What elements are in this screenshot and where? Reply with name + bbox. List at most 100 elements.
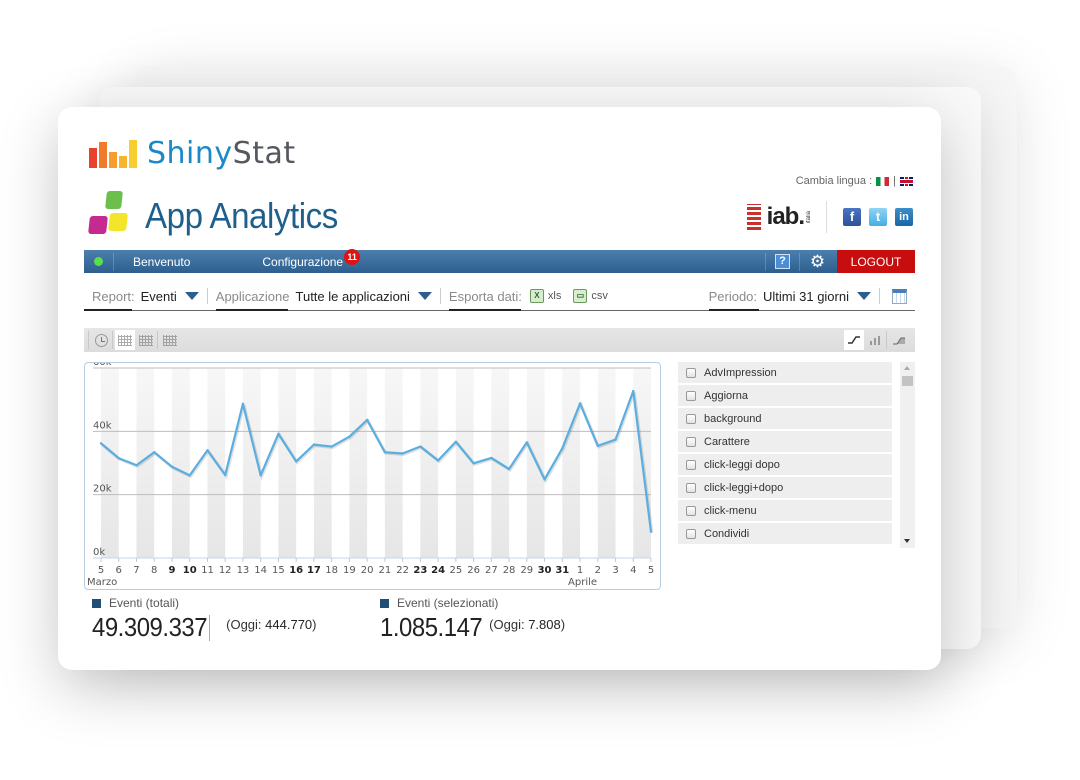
export-csv-link[interactable]: csv [591,290,608,302]
today-value: 444.770 [265,617,313,632]
event-checkbox[interactable] [686,367,696,378]
facebook-icon[interactable]: f [843,208,861,226]
chevron-down-icon[interactable] [417,292,432,300]
iab-subtext: italia [806,210,812,224]
event-label: click-leggi+dopo [704,481,784,494]
event-checkbox[interactable] [686,482,696,493]
x-tick-label: 5 [98,565,104,576]
excel-file-icon[interactable]: X [529,289,544,303]
data-point [241,402,245,405]
daily-view-button[interactable] [115,330,135,350]
events-line-chart: 0k20k40k60k56789101112131415161718192021… [84,362,661,590]
application-select[interactable]: Applicazione Tutte le applicazioni [215,282,432,311]
scroll-up-arrow-icon[interactable] [904,366,910,370]
event-checkbox[interactable] [686,459,696,470]
x-tick-label: 19 [343,565,356,576]
logo-bar [109,152,117,168]
x-tick-label: 8 [151,565,157,576]
italian-flag-icon[interactable] [876,176,890,186]
event-list-item[interactable]: Condividi [678,523,892,544]
chart-column-band [384,368,403,558]
data-point [294,460,298,463]
month-label: Aprile [568,577,597,588]
event-list-item[interactable]: click-menu [678,500,892,521]
event-label: background [704,412,762,425]
chart-column-band [313,368,332,558]
iab-text: iab. [766,203,805,230]
help-button[interactable]: ? [775,254,790,269]
data-point [507,467,511,471]
data-point [649,530,653,533]
report-select[interactable]: Report: Eventi [84,282,199,311]
stat-total-events: Eventi (totali) 49.309.337 (Oggi: 444.77… [84,596,317,642]
x-tick-label: 26 [467,565,480,576]
event-list-scrollbar[interactable] [900,362,915,548]
period-value: Ultimi 31 giorni [763,288,849,304]
x-tick-label: 3 [612,565,618,576]
chevron-down-icon[interactable] [857,292,871,300]
stat-total-today: (Oggi: 444.770) [226,617,316,632]
calendar-week-grid-icon [139,334,153,346]
x-tick-label: 10 [183,565,197,576]
stat-selected-value: 1.085.147 [380,612,483,642]
bar-chart-button[interactable] [865,330,885,350]
calendar-icon[interactable] [892,288,907,304]
line-chart-button[interactable] [844,330,864,350]
csv-file-icon[interactable]: ▭ [573,289,588,303]
data-point [117,457,120,460]
shinystat-bars-icon [89,140,139,168]
nav-configuration[interactable]: Configurazione 11 [262,248,361,269]
logout-button[interactable]: LOGOUT [837,250,915,273]
x-tick-label: 16 [289,565,303,576]
linkedin-icon[interactable]: in [895,208,913,226]
scroll-down-arrow-icon[interactable] [904,539,910,543]
settings-gear-icon[interactable]: ⚙ [809,253,826,270]
filter-bar: Report: Eventi Applicazione Tutte le app… [84,282,915,311]
export-label: Esporta dati: [448,288,522,304]
x-tick-label: 28 [503,565,516,576]
iab-logo[interactable]: iab. italia [746,203,812,231]
event-checkbox[interactable] [686,528,696,539]
monthly-view-button[interactable] [160,330,180,350]
x-tick-label: 18 [325,565,338,576]
area-chart-icon [893,337,905,345]
event-checkbox[interactable] [686,505,696,516]
event-list-item[interactable]: AdvImpression [678,362,892,383]
period-label: Periodo: [708,288,758,304]
shinystat-logo-text-1: Shiny [147,136,233,171]
event-list-item[interactable]: Aggiorna [678,385,892,406]
event-checkbox[interactable] [686,390,696,401]
divider [113,252,114,271]
export-xls-link[interactable]: xls [548,290,561,302]
divider [799,252,800,271]
event-list-item[interactable]: Carattere [678,431,892,452]
divider [88,331,89,349]
data-point [525,441,529,444]
chart-column-band [562,368,581,558]
scrollbar-thumb[interactable] [902,376,913,386]
event-checkbox[interactable] [686,413,696,424]
app-analytics-logo: App Analytics [88,191,355,241]
event-list-item[interactable]: click-leggi dopo [678,454,892,475]
weekly-view-button[interactable] [136,330,156,350]
today-suffix: ) [312,617,317,632]
chevron-down-icon[interactable] [184,292,199,300]
event-label: Carattere [704,435,750,448]
today-suffix: ) [560,617,566,632]
event-list-item[interactable]: click-leggi+dopo [678,477,892,498]
data-point [401,452,404,455]
event-checkbox[interactable] [686,436,696,447]
event-label: AdvImpression [704,366,777,379]
english-flag-icon[interactable] [900,176,913,186]
today-prefix: (Oggi: [489,617,525,632]
period-select[interactable]: Periodo: Ultimi 31 giorni [708,282,871,311]
y-tick-label: 60k [93,363,112,368]
nav-configuration-label: Configurazione [262,254,344,269]
export-group: Esporta dati: X xls ▭ csv [448,282,618,311]
notification-badge: 11 [344,248,361,265]
clock-hourly-button[interactable] [91,330,111,350]
twitter-icon[interactable]: t [869,208,887,226]
nav-welcome[interactable]: Benvenuto [133,255,190,269]
event-list-item[interactable]: background [678,408,892,429]
area-chart-button[interactable] [889,330,909,350]
